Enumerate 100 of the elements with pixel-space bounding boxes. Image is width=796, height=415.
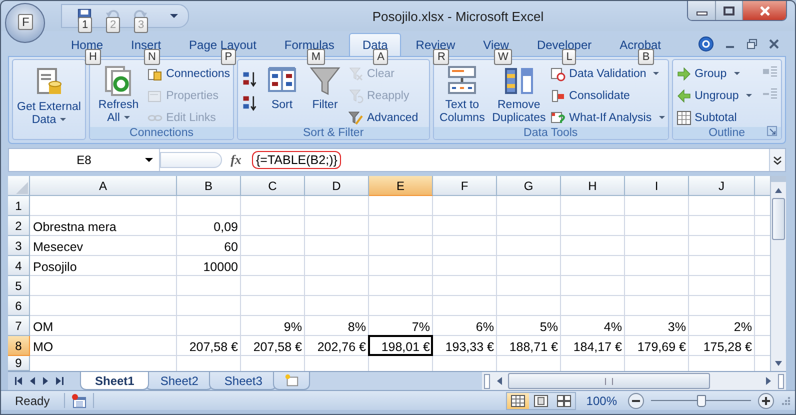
table-cell-text: 7%: [410, 319, 431, 336]
column-header[interactable]: E: [369, 176, 433, 196]
column-header[interactable]: B: [177, 176, 241, 196]
column-header[interactable]: G: [497, 176, 561, 196]
dialog-launcher-icon[interactable]: [767, 126, 777, 136]
scroll-thumb[interactable]: [508, 373, 710, 389]
keytip-tooltip: H: [85, 49, 101, 65]
row-header[interactable]: 4: [8, 256, 30, 276]
chevron-icon: [773, 156, 782, 164]
ribbon-button[interactable]: Group: [676, 64, 752, 83]
keytip-tooltip: M: [307, 49, 325, 65]
sheet-tab[interactable]: Sheet2: [145, 372, 214, 390]
ribbon-button[interactable]: Get External Data: [16, 66, 82, 127]
zoom-in-icon[interactable]: [757, 392, 775, 410]
close-icon: [758, 6, 770, 16]
ribbon-button[interactable]: Advanced: [348, 108, 418, 127]
table-cell-text: 2%: [732, 319, 753, 336]
formula-field[interactable]: {=TABLE(B2;)}: [250, 149, 769, 171]
ribbon-button[interactable]: Ungroup: [676, 86, 752, 105]
ribbon-button[interactable]: Consolidate: [550, 86, 665, 105]
caret-icon: [124, 116, 130, 120]
group-label: Sort & Filter: [238, 127, 429, 139]
table-cell-text: 207,58 €: [188, 339, 239, 356]
row-header[interactable]: 6: [8, 296, 30, 316]
sheet-tab[interactable]: Sheet3: [209, 372, 278, 390]
column-header[interactable]: J: [689, 176, 755, 196]
data-validation-icon: [550, 66, 566, 82]
ribbon-button[interactable]: Refresh All: [93, 64, 144, 125]
zoom-out-icon[interactable]: [627, 392, 645, 410]
group-label: Connections: [90, 127, 233, 139]
view-icon: [534, 394, 548, 406]
caret-icon: [145, 158, 153, 162]
row-header[interactable]: 2: [8, 216, 30, 236]
help-icon[interactable]: [698, 36, 714, 52]
horizontal-scrollbar[interactable]: [482, 372, 786, 390]
zoom-slider[interactable]: [651, 394, 751, 408]
scroll-thumb[interactable]: [772, 198, 785, 240]
minimize-button[interactable]: [688, 1, 715, 20]
resize-grip-icon[interactable]: [781, 396, 791, 406]
column-header[interactable]: C: [241, 176, 305, 196]
row-header[interactable]: 8: [8, 336, 30, 356]
table-cell-text: 6%: [474, 319, 495, 336]
row-header[interactable]: 5: [8, 276, 30, 296]
close-icon[interactable]: [768, 38, 780, 50]
normal-view-button[interactable]: [507, 392, 530, 408]
arrow-right-icon: [766, 377, 772, 385]
column-header[interactable]: I: [625, 176, 689, 196]
vertical-scrollbar[interactable]: [770, 176, 786, 371]
restore-icon[interactable]: [746, 38, 758, 50]
customize-caret-icon[interactable]: [170, 14, 178, 18]
close-button[interactable]: [742, 1, 786, 20]
ribbon-button[interactable]: What-If Analysis: [550, 108, 665, 127]
column-header[interactable]: A: [30, 176, 177, 196]
view-icon: [557, 394, 572, 406]
ribbon-button[interactable]: Filter: [305, 64, 345, 112]
office-button[interactable]: F: [5, 3, 45, 43]
last-sheet-icon[interactable]: [54, 376, 66, 386]
resize-handle[interactable]: [160, 152, 222, 168]
sheet-tab[interactable]: Sheet1: [80, 372, 150, 390]
table-cell-text: 4%: [602, 319, 623, 336]
first-sheet-icon[interactable]: [12, 376, 24, 386]
table-cell-text: 193,33 €: [444, 339, 495, 356]
keytip-tooltip: B: [638, 49, 654, 65]
maximize-button[interactable]: [715, 1, 742, 20]
split-box[interactable]: [778, 374, 784, 388]
table-cell-text: 0,09: [212, 219, 239, 236]
group-label: Outline: [672, 127, 781, 139]
row-header[interactable]: 9: [8, 356, 30, 371]
table-cell-text: 184,17 €: [572, 339, 623, 356]
column-header[interactable]: H: [561, 176, 625, 196]
split-box[interactable]: [484, 374, 490, 388]
column-header[interactable]: F: [433, 176, 497, 196]
zoom-level[interactable]: 100%: [586, 394, 617, 408]
reapply-icon: [348, 88, 364, 104]
group-label: Data Tools: [434, 127, 668, 139]
expand-button[interactable]: [769, 149, 785, 171]
ribbon-button[interactable]: Subtotal: [676, 108, 752, 127]
insert-sheet-button[interactable]: [273, 372, 310, 390]
row-header[interactable]: 1: [8, 196, 30, 216]
keytip-tooltip: P: [220, 49, 236, 65]
view-icon: [511, 394, 526, 406]
maximize-icon: [723, 6, 735, 16]
keytip-tooltip: A: [373, 49, 388, 65]
row-header[interactable]: 3: [8, 236, 30, 256]
table-cell-text: MO: [32, 339, 54, 356]
row-header[interactable]: 7: [8, 316, 30, 336]
triangle-icon: [15, 181, 29, 195]
clear-filter-icon: [348, 66, 364, 82]
insert-function-button[interactable]: fx: [222, 149, 250, 171]
table-cell-text: 10000: [202, 259, 239, 276]
ribbon-button[interactable]: Text to Columns: [436, 64, 488, 125]
ribbon-button[interactable]: Data Validation: [550, 64, 665, 83]
ribbon-button[interactable]: Sort: [262, 64, 302, 112]
table-cell-text: Posojilo: [32, 259, 78, 276]
ribbon-button[interactable]: Connections: [147, 64, 230, 83]
column-header[interactable]: D: [305, 176, 369, 196]
ribbon-button[interactable]: Remove Duplicates: [490, 64, 548, 125]
slider-thumb[interactable]: [697, 394, 706, 406]
table-cell-text: Mesecev: [32, 239, 84, 256]
advanced-filter-icon: [348, 110, 364, 126]
